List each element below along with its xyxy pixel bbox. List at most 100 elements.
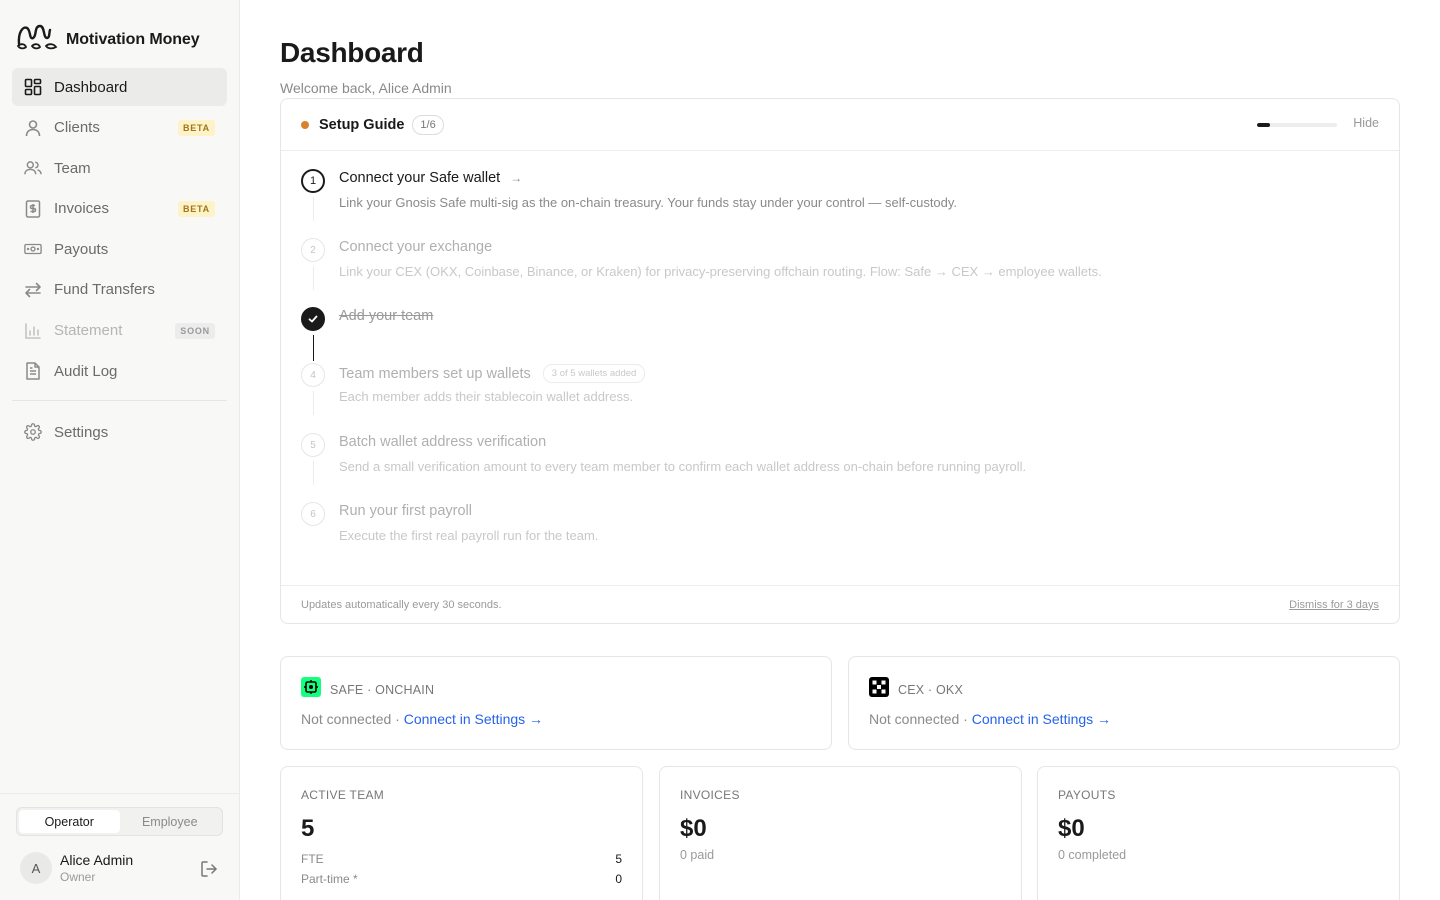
safe-connection-card: SAFE · ONCHAIN Not connected · Connect i… xyxy=(280,656,832,750)
step-number: 6 xyxy=(301,502,325,526)
dashboard-grid-icon xyxy=(24,78,42,96)
sidebar-item-clients[interactable]: Clients BETA xyxy=(12,109,227,147)
sidebar-nav: Dashboard Clients BETA Team Invoices BET… xyxy=(12,68,227,454)
connect-settings-link[interactable]: Connect in Settings → xyxy=(404,711,543,727)
stat-label: PAYOUTS xyxy=(1058,788,1116,802)
users-icon xyxy=(24,159,42,177)
step-number: 4 xyxy=(301,363,325,387)
stat-value: 5 xyxy=(301,815,315,842)
sidebar-item-payouts[interactable]: Payouts xyxy=(12,230,227,268)
stat-value: $0 xyxy=(1058,815,1085,842)
stat-label: INVOICES xyxy=(680,788,740,802)
brand[interactable]: Motivation Money xyxy=(16,22,200,57)
step-title: Connect your exchange xyxy=(339,239,493,255)
step-connector xyxy=(313,461,314,485)
step-connector xyxy=(313,197,314,221)
gear-icon xyxy=(24,423,42,442)
nav-divider xyxy=(12,400,227,402)
sidebar-item-settings[interactable]: Settings xyxy=(12,413,227,451)
connection-status-text: Not connected · xyxy=(869,711,972,727)
step-title: Run your first payroll xyxy=(339,503,472,519)
connect-settings-link[interactable]: Connect in Settings → xyxy=(972,711,1111,727)
bar-chart-icon xyxy=(24,322,42,340)
stat-row-label: Part-time * xyxy=(301,872,358,886)
user-profile[interactable]: A Alice Admin Owner xyxy=(20,852,133,884)
status-dot-icon xyxy=(301,120,309,129)
banknote-icon xyxy=(24,240,42,258)
connection-header: CEX · OKX xyxy=(869,677,963,702)
step-description: Execute the first real payroll run for t… xyxy=(339,528,599,543)
connection-status-text: Not connected · xyxy=(301,711,404,727)
connection-status: Not connected · Connect in Settings → xyxy=(301,711,543,727)
sidebar-item-dashboard[interactable]: Dashboard xyxy=(12,68,227,106)
beta-badge: BETA xyxy=(177,200,215,217)
sidebar-item-label: Dashboard xyxy=(54,78,128,96)
stat-row-label: FTE xyxy=(301,852,324,866)
sidebar-item-audit-log[interactable]: Audit Log xyxy=(12,352,227,390)
sidebar-item-label: Statement xyxy=(54,322,123,340)
sidebar: Motivation Money Dashboard Clients BETA … xyxy=(0,0,240,900)
sidebar-item-label: Team xyxy=(54,159,91,177)
payouts-card[interactable]: PAYOUTS $0 0 completed xyxy=(1037,766,1400,900)
step-connector xyxy=(313,391,314,415)
user-name: Alice Admin xyxy=(60,852,134,868)
safe-logo-icon xyxy=(301,677,321,702)
beta-badge: BETA xyxy=(177,119,215,136)
user-icon xyxy=(24,119,42,137)
setup-progress-fill xyxy=(1257,123,1271,127)
step-check-icon xyxy=(301,307,325,331)
soon-badge: SOON xyxy=(175,322,215,339)
brand-logo-icon xyxy=(16,22,58,57)
step-description: Link your CEX (OKX, Coinbase, Binance, o… xyxy=(339,264,1102,279)
logout-icon[interactable] xyxy=(200,860,218,878)
sidebar-item-fund-transfers[interactable]: Fund Transfers xyxy=(12,271,227,309)
step-number: 5 xyxy=(301,433,325,457)
sidebar-item-label: Audit Log xyxy=(54,362,118,380)
step-description: Send a small verification amount to ever… xyxy=(339,459,1027,474)
invoices-card[interactable]: INVOICES $0 0 paid xyxy=(659,766,1022,900)
wallet-progress-badge: 3 of 5 wallets added xyxy=(542,364,646,383)
cex-connection-card: CEX · OKX Not connected · Connect in Set… xyxy=(848,656,1400,750)
step-connector xyxy=(313,335,314,361)
sidebar-item-label: Invoices xyxy=(54,200,110,218)
okx-logo-icon xyxy=(869,677,889,702)
auto-update-note: Updates automatically every 30 seconds. xyxy=(301,598,502,611)
page-title: Dashboard xyxy=(280,37,424,68)
document-icon xyxy=(24,362,42,380)
step-description: Link your Gnosis Safe multi-sig as the o… xyxy=(339,195,958,210)
sidebar-item-invoices[interactable]: Invoices BETA xyxy=(12,190,227,228)
sidebar-item-label: Payouts xyxy=(54,240,109,258)
setup-guide-footer: Updates automatically every 30 seconds. … xyxy=(281,585,1399,623)
step-connector xyxy=(313,266,314,290)
sidebar-item-statement[interactable]: Statement SOON xyxy=(12,312,227,350)
setup-progress-bar xyxy=(1257,123,1337,127)
setup-guide: Setup Guide 1/6 Hide 1 Connect your Safe… xyxy=(280,98,1400,624)
dismiss-guide-link[interactable]: Dismiss for 3 days xyxy=(1289,599,1379,611)
hide-guide-button[interactable]: Hide xyxy=(1353,116,1379,130)
step-title: Batch wallet address verification xyxy=(339,434,547,450)
user-info: Alice Admin Owner xyxy=(60,852,133,884)
step-title: Connect your Safe wallet → xyxy=(339,170,522,186)
arrow-right-icon: → xyxy=(510,171,523,185)
sidebar-item-label: Settings xyxy=(54,423,109,441)
step-title: Add your team xyxy=(339,308,434,324)
role-toggle: Operator Employee xyxy=(16,807,223,836)
user-role: Owner xyxy=(60,870,96,884)
step-description: Each member adds their stablecoin wallet… xyxy=(339,389,634,404)
setup-guide-title: Setup Guide xyxy=(319,116,405,133)
sidebar-item-label: Clients xyxy=(54,119,100,137)
role-option-operator[interactable]: Operator xyxy=(19,810,120,833)
stat-row-value: 0 xyxy=(615,872,622,886)
stat-value: $0 xyxy=(680,815,707,842)
active-team-card[interactable]: ACTIVE TEAM 5 FTE 5 Part-time * 0 xyxy=(280,766,643,900)
step-title-text: Connect your Safe wallet xyxy=(339,170,501,186)
connection-label: CEX · OKX xyxy=(898,682,964,697)
connection-label: SAFE · ONCHAIN xyxy=(330,682,435,697)
role-option-employee[interactable]: Employee xyxy=(120,810,221,833)
step-number: 2 xyxy=(301,238,325,262)
stat-row-value: 5 xyxy=(615,852,622,866)
setup-guide-header: Setup Guide 1/6 Hide xyxy=(281,99,1399,151)
avatar: A xyxy=(20,852,52,884)
sidebar-item-team[interactable]: Team xyxy=(12,149,227,187)
step-number: 1 xyxy=(301,169,325,193)
